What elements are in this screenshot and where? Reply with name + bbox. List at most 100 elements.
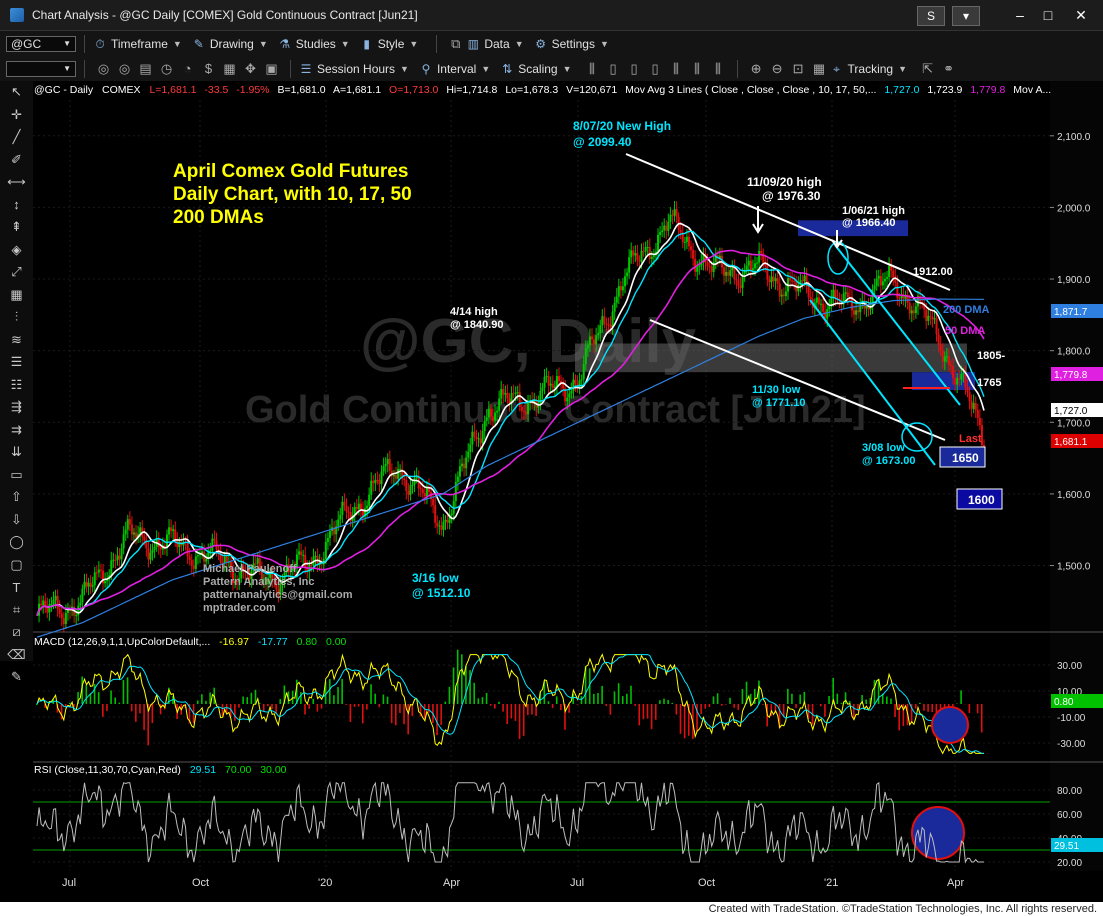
candle-body (855, 310, 858, 315)
candle-body (172, 529, 175, 532)
candle-body (877, 275, 880, 279)
candle-body (405, 480, 408, 491)
macd-tick-label: -30.00 (1057, 739, 1086, 750)
macd-hist-bar (436, 704, 438, 736)
candle-body (925, 309, 928, 321)
candle-body (397, 468, 400, 479)
macd-hist-bar (609, 704, 612, 715)
candle-body (659, 232, 662, 235)
macd-hist-bar (238, 704, 240, 708)
ma10-badge-text: 1,727.0 (1054, 406, 1088, 417)
macd-hist-bar (300, 692, 302, 704)
macd-hist-bar (403, 704, 405, 725)
candle-body (188, 556, 191, 561)
macd-hist-bar (514, 704, 517, 721)
candle-body (551, 383, 554, 388)
macd-hist-bar (976, 704, 979, 714)
rsi-badge-text: 29.51 (1054, 841, 1079, 852)
candle-body (675, 209, 678, 217)
y-tick-label: 1,500.0 (1057, 562, 1091, 573)
ma200-label: 200 DMA (943, 304, 990, 316)
candle-body (962, 373, 965, 375)
candle-body (304, 554, 307, 568)
macd-hist-bar (205, 700, 207, 704)
macd-hist-bar (328, 679, 331, 704)
status-last: L=1,681.1 (149, 84, 196, 96)
candle-body (516, 392, 519, 394)
candle-body (758, 250, 761, 263)
credit-name: Michael Paulenoff (203, 563, 297, 575)
candle-body (494, 412, 497, 421)
candle-body (729, 270, 732, 276)
macd-hist-bar (762, 704, 764, 705)
macd-hist-bar (729, 697, 731, 704)
candle-body (409, 485, 412, 495)
rsi-title: RSI (Close,11,30,70,Cyan,Red) (34, 764, 181, 776)
macd-hist-bar (394, 704, 397, 726)
ma50-badge-text: 1,779.8 (1054, 370, 1088, 381)
candle-body (733, 267, 736, 280)
candle-body (958, 377, 961, 380)
macd-hist-bar (411, 704, 414, 717)
candle-body (634, 253, 637, 256)
chart-title-line-3: 200 DMAs (173, 207, 264, 228)
candle-body (661, 230, 664, 233)
candle-body (491, 416, 494, 421)
status-ma2: 1,723.9 (927, 84, 962, 96)
macd-zero: 0.00 (326, 636, 347, 648)
macd-hist-bar (560, 704, 562, 711)
last-label: Last (959, 433, 982, 445)
candle-body (104, 581, 107, 584)
candle-body (366, 505, 369, 509)
candle-body (190, 560, 193, 566)
candle-body (607, 323, 610, 325)
ma50-label: 50 DMA (945, 325, 985, 337)
macd-hist-bar (386, 696, 389, 704)
candle-body (968, 392, 971, 402)
macd-hist-bar (836, 693, 839, 704)
candle-body (66, 609, 69, 614)
candle-body (555, 376, 558, 387)
candle-body (128, 519, 131, 525)
x-tick-label: Apr (947, 877, 964, 889)
candle-body (760, 250, 763, 254)
candle-body (687, 236, 690, 247)
candle-body (694, 258, 697, 272)
macd-hist-bar (337, 687, 339, 704)
candle-body (605, 323, 608, 325)
annotation-aug-high-value: @ 2099.40 (573, 135, 632, 149)
candle-body (40, 603, 43, 606)
candle-body (652, 255, 655, 258)
macd-hist-bar (366, 704, 368, 710)
candle-body (328, 531, 331, 538)
candle-body (62, 618, 65, 624)
macd-hist: 0.80 (297, 636, 318, 648)
candle-body (978, 417, 981, 426)
annotation-mar16-low: 3/16 low (412, 571, 459, 585)
candle-body (669, 214, 672, 222)
macd-hist-bar (461, 654, 463, 704)
macd-hist-bar (481, 697, 484, 704)
candle-body (324, 541, 327, 559)
macd-hist-bar (621, 696, 624, 704)
candle-body (613, 302, 616, 312)
macd-hist-bar (601, 685, 603, 704)
candle-body (130, 524, 133, 535)
macd-tick-label: -10.00 (1057, 713, 1086, 724)
candle-body (341, 501, 344, 515)
candle-body (745, 265, 748, 271)
macd-hist-bar (886, 696, 888, 704)
macd-hist-bar (510, 704, 513, 719)
candle-body (461, 463, 464, 467)
macd-hist-bar (720, 704, 723, 706)
candle-body (97, 569, 100, 573)
rsi-highlight-circle (911, 806, 965, 860)
candle-body (735, 279, 738, 281)
candle-body (572, 379, 575, 392)
candle-body (912, 310, 915, 314)
candle-body (440, 525, 443, 530)
macd-hist-bar (617, 683, 620, 704)
credit-site: mptrader.com (203, 602, 276, 614)
candle-body (737, 280, 740, 286)
candle-body (793, 280, 796, 282)
